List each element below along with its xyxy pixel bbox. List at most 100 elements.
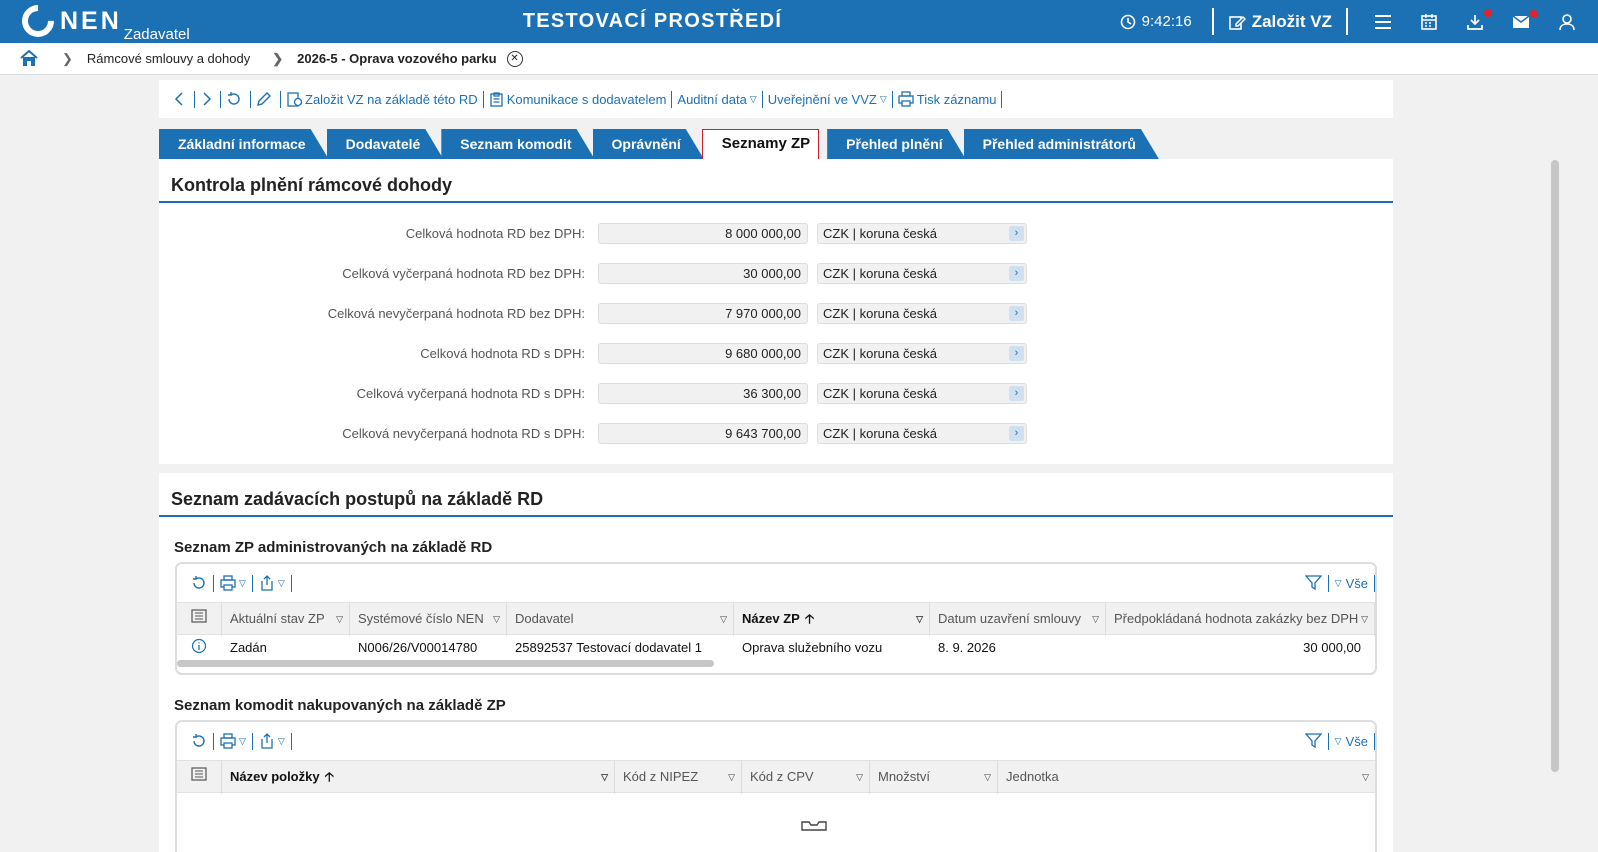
filter-dropdown-icon[interactable]: ▽	[728, 761, 735, 793]
chevron-right-icon[interactable]: ›	[1009, 425, 1024, 441]
back-button[interactable]	[169, 90, 195, 108]
column-header[interactable]: Aktuální stav ZP ▽	[222, 603, 350, 636]
column-header[interactable]: Množství ▽	[870, 761, 998, 794]
filter-dropdown-icon[interactable]: ▽	[601, 761, 608, 793]
empty-tray-icon	[801, 821, 827, 831]
grid-refresh-button[interactable]	[185, 574, 214, 592]
scrollbar-thumb[interactable]	[177, 660, 714, 667]
chevron-right-icon[interactable]: ›	[1009, 225, 1024, 241]
cell-status: Zadán	[230, 639, 267, 655]
column-header[interactable]: Datum uzavření smlouvy ▽	[930, 603, 1106, 636]
audit-data-dropdown[interactable]: Auditní data ▽	[672, 90, 763, 108]
tab-administrators[interactable]: Přehled administrátorů	[964, 129, 1159, 159]
column-header[interactable]: Systémové číslo NEN ▽	[350, 603, 507, 636]
chevron-right-icon[interactable]: ›	[1009, 385, 1024, 401]
currency-field: CZK | koruna česká ›	[817, 262, 1027, 284]
download-button[interactable]	[1466, 8, 1492, 31]
home-icon[interactable]	[20, 50, 38, 67]
page-scrollbar[interactable]	[1551, 160, 1559, 772]
grid-header: Název položky 🡡 ▽ Kód z NIPEZ ▽ Kód z CPV ▽ …	[177, 760, 1375, 794]
zp-list-panel: Seznam zadávacích postupů na základě RD …	[159, 473, 1393, 852]
filter-dropdown-icon[interactable]: ▽	[1092, 603, 1099, 635]
tab-commodities[interactable]: Seznam komodit	[441, 129, 594, 159]
tab-zp-lists[interactable]: Seznamy ZP	[701, 129, 820, 159]
tab-basic-info[interactable]: Základní informace	[159, 129, 329, 159]
create-vz-button[interactable]: Založit VZ	[1228, 12, 1332, 32]
chevron-right-icon[interactable]: ›	[1009, 345, 1024, 361]
communication-button[interactable]: Komunikace s dodavatelem	[484, 90, 673, 108]
chevron-right-icon: ❯	[62, 50, 73, 66]
column-settings-icon[interactable]	[177, 761, 222, 794]
column-settings-icon[interactable]	[177, 603, 222, 636]
field-value: 9 680 000,00	[598, 342, 808, 364]
column-header[interactable]: Předpokládaná hodnota zakázky bez DPH ▽	[1106, 603, 1375, 636]
tab-permissions[interactable]: Oprávnění	[593, 129, 704, 159]
menu-button[interactable]	[1374, 14, 1392, 30]
refresh-button[interactable]	[221, 90, 251, 108]
horizontal-scrollbar[interactable]	[177, 659, 1375, 669]
chevron-right-icon[interactable]: ›	[1009, 305, 1024, 321]
column-header-sorted[interactable]: Název ZP 🡡 ▽	[734, 603, 930, 636]
user-icon	[1559, 13, 1575, 30]
chevron-right-icon: ❯	[272, 50, 284, 66]
edit-button[interactable]	[251, 90, 281, 108]
share-icon	[261, 575, 273, 591]
column-header[interactable]: Kód z NIPEZ ▽	[615, 761, 742, 794]
filter-dropdown-icon[interactable]: ▽	[916, 603, 923, 635]
control-title: Kontrola plnění rámcové dohody	[159, 159, 1393, 203]
chevron-left-icon	[174, 92, 183, 106]
user-button[interactable]	[1558, 13, 1576, 31]
forward-button[interactable]	[195, 90, 221, 108]
info-icon[interactable]	[177, 638, 222, 657]
breadcrumb-item[interactable]: ❯ Rámcové smlouvy a dohody	[56, 51, 250, 67]
grid-print-dropdown[interactable]: ▽	[214, 574, 253, 592]
sort-asc-icon: 🡡	[804, 611, 815, 626]
grid-header: Aktuální stav ZP ▽ Systémové číslo NEN ▽ D…	[177, 602, 1375, 636]
filter-icon	[1304, 575, 1322, 591]
currency-field: CZK | koruna česká ›	[817, 422, 1027, 444]
chevron-down-icon: ▽	[749, 93, 757, 104]
print-record-button[interactable]: Tisk záznamu	[893, 90, 1003, 108]
field-row: Celková hodnota RD s DPH: 9 680 000,00 C…	[159, 342, 1393, 364]
filter-dropdown-icon[interactable]: ▽	[1361, 603, 1368, 635]
sort-asc-icon: 🡡	[324, 769, 334, 784]
tab-fulfillment[interactable]: Přehled plnění	[827, 129, 965, 159]
currency-field: CZK | koruna česká ›	[817, 342, 1027, 364]
filter-dropdown-icon[interactable]: ▽	[720, 603, 727, 635]
cell-system-number: N006/26/V00014780	[358, 639, 478, 655]
grid-print-dropdown[interactable]: ▽	[214, 732, 253, 750]
grid-view-dropdown[interactable]: ▽ Vše	[1329, 574, 1375, 592]
column-header[interactable]: Dodavatel ▽	[507, 603, 734, 636]
filter-dropdown-icon[interactable]: ▽	[856, 761, 863, 793]
filter-dropdown-icon[interactable]: ▽	[984, 761, 991, 793]
grid-toolbar: ▽ ▽ ▽ Vše	[177, 564, 1375, 602]
close-tab-icon[interactable]: ✕	[506, 50, 523, 67]
column-header-sorted[interactable]: Název položky 🡡 ▽	[222, 761, 615, 794]
breadcrumb-current[interactable]: ❯ 2026-5 - Oprava vozového parku	[266, 51, 496, 67]
tab-suppliers[interactable]: Dodavatelé	[327, 129, 444, 159]
publish-vvz-dropdown[interactable]: Uveřejnění ve VVZ ▽	[763, 90, 893, 108]
refresh-icon	[228, 92, 240, 105]
column-header[interactable]: Jednotka ▽	[998, 761, 1375, 794]
column-header[interactable]: Kód z CPV ▽	[742, 761, 870, 794]
grid-filter-button[interactable]	[1299, 732, 1329, 750]
filter-dropdown-icon[interactable]: ▽	[493, 603, 500, 635]
chevron-down-icon: ▽	[277, 577, 285, 588]
grid-export-dropdown[interactable]: ▽	[253, 732, 292, 750]
messages-button[interactable]	[1512, 9, 1538, 30]
grid-refresh-button[interactable]	[185, 732, 214, 750]
grid-filter-button[interactable]	[1299, 574, 1329, 592]
grid-toolbar: ▽ ▽ ▽ Vše	[177, 722, 1375, 760]
calendar-button[interactable]	[1420, 13, 1438, 31]
create-vz-from-rd-button[interactable]: Založit VZ na základě této RD	[281, 90, 484, 108]
chevron-right-icon[interactable]: ›	[1009, 265, 1024, 281]
filter-dropdown-icon[interactable]: ▽	[1362, 761, 1369, 793]
chevron-down-icon: ▽	[239, 577, 246, 588]
table-row[interactable]: Zadán N006/26/V00014780 25892537 Testova…	[177, 635, 1375, 659]
grid-export-dropdown[interactable]: ▽	[253, 574, 292, 592]
filter-dropdown-icon[interactable]: ▽	[336, 603, 343, 635]
grid-view-dropdown[interactable]: ▽ Vše	[1329, 732, 1375, 750]
chevron-right-icon	[203, 92, 212, 106]
share-icon	[261, 733, 273, 749]
chevron-down-icon: ▽	[277, 735, 285, 746]
